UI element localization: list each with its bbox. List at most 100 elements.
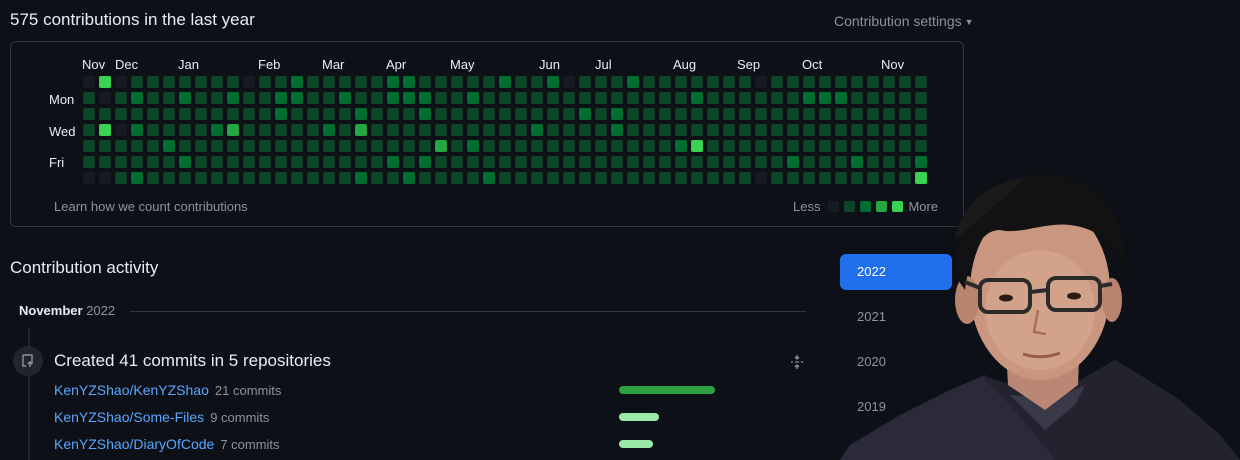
contribution-day-cell[interactable] — [195, 108, 207, 120]
contribution-day-cell[interactable] — [307, 124, 319, 136]
contribution-day-cell[interactable] — [643, 92, 655, 104]
contribution-day-cell[interactable] — [115, 76, 127, 88]
contribution-day-cell[interactable] — [275, 92, 287, 104]
contribution-day-cell[interactable] — [131, 92, 143, 104]
contribution-day-cell[interactable] — [579, 140, 591, 152]
contribution-day-cell[interactable] — [835, 140, 847, 152]
contribution-day-cell[interactable] — [275, 108, 287, 120]
contribution-day-cell[interactable] — [307, 156, 319, 168]
contribution-day-cell[interactable] — [483, 108, 495, 120]
contribution-day-cell[interactable] — [275, 140, 287, 152]
contribution-day-cell[interactable] — [99, 140, 111, 152]
contribution-day-cell[interactable] — [451, 92, 463, 104]
contribution-day-cell[interactable] — [435, 172, 447, 184]
contribution-day-cell[interactable] — [291, 140, 303, 152]
contribution-day-cell[interactable] — [355, 124, 367, 136]
contribution-day-cell[interactable] — [803, 108, 815, 120]
contribution-day-cell[interactable] — [147, 92, 159, 104]
contribution-day-cell[interactable] — [131, 124, 143, 136]
contribution-day-cell[interactable] — [899, 76, 911, 88]
contribution-day-cell[interactable] — [771, 76, 783, 88]
contribution-day-cell[interactable] — [483, 140, 495, 152]
contribution-day-cell[interactable] — [723, 156, 735, 168]
contribution-day-cell[interactable] — [563, 124, 575, 136]
contribution-day-cell[interactable] — [819, 92, 831, 104]
contribution-day-cell[interactable] — [403, 156, 415, 168]
contribution-day-cell[interactable] — [835, 124, 847, 136]
contribution-day-cell[interactable] — [611, 92, 623, 104]
contribution-day-cell[interactable] — [83, 108, 95, 120]
contribution-day-cell[interactable] — [579, 124, 591, 136]
contribution-day-cell[interactable] — [803, 92, 815, 104]
contribution-day-cell[interactable] — [195, 156, 207, 168]
contribution-day-cell[interactable] — [147, 76, 159, 88]
contribution-day-cell[interactable] — [771, 156, 783, 168]
contribution-day-cell[interactable] — [627, 156, 639, 168]
contribution-day-cell[interactable] — [131, 76, 143, 88]
contribution-day-cell[interactable] — [419, 108, 431, 120]
contribution-day-cell[interactable] — [707, 92, 719, 104]
contribution-day-cell[interactable] — [499, 76, 511, 88]
contribution-day-cell[interactable] — [355, 140, 367, 152]
contribution-day-cell[interactable] — [307, 108, 319, 120]
contribution-day-cell[interactable] — [307, 172, 319, 184]
contribution-day-cell[interactable] — [99, 108, 111, 120]
contribution-day-cell[interactable] — [419, 140, 431, 152]
contribution-day-cell[interactable] — [115, 140, 127, 152]
contribution-day-cell[interactable] — [467, 140, 479, 152]
contribution-day-cell[interactable] — [339, 76, 351, 88]
contribution-day-cell[interactable] — [563, 156, 575, 168]
contribution-day-cell[interactable] — [355, 156, 367, 168]
contribution-day-cell[interactable] — [195, 92, 207, 104]
contribution-day-cell[interactable] — [547, 140, 559, 152]
contribution-day-cell[interactable] — [451, 124, 463, 136]
contribution-day-cell[interactable] — [707, 156, 719, 168]
contribution-day-cell[interactable] — [211, 92, 223, 104]
contribution-day-cell[interactable] — [451, 172, 463, 184]
contribution-day-cell[interactable] — [147, 172, 159, 184]
contribution-day-cell[interactable] — [547, 76, 559, 88]
contribution-day-cell[interactable] — [195, 172, 207, 184]
contribution-day-cell[interactable] — [499, 156, 511, 168]
contribution-day-cell[interactable] — [387, 156, 399, 168]
contribution-day-cell[interactable] — [771, 124, 783, 136]
contribution-day-cell[interactable] — [243, 124, 255, 136]
contribution-day-cell[interactable] — [355, 76, 367, 88]
contribution-day-cell[interactable] — [547, 108, 559, 120]
contribution-day-cell[interactable] — [515, 140, 527, 152]
contribution-day-cell[interactable] — [883, 76, 895, 88]
contribution-day-cell[interactable] — [499, 172, 511, 184]
contribution-day-cell[interactable] — [435, 92, 447, 104]
contribution-day-cell[interactable] — [339, 156, 351, 168]
contribution-day-cell[interactable] — [531, 108, 543, 120]
contribution-day-cell[interactable] — [643, 156, 655, 168]
contribution-day-cell[interactable] — [723, 108, 735, 120]
contribution-day-cell[interactable] — [499, 124, 511, 136]
contribution-day-cell[interactable] — [99, 124, 111, 136]
contribution-day-cell[interactable] — [483, 172, 495, 184]
contribution-day-cell[interactable] — [435, 124, 447, 136]
contribution-day-cell[interactable] — [595, 124, 607, 136]
contribution-day-cell[interactable] — [243, 156, 255, 168]
contribution-day-cell[interactable] — [227, 172, 239, 184]
contribution-day-cell[interactable] — [739, 108, 751, 120]
contribution-day-cell[interactable] — [643, 140, 655, 152]
contribution-day-cell[interactable] — [659, 92, 671, 104]
contribution-day-cell[interactable] — [675, 92, 687, 104]
contribution-day-cell[interactable] — [115, 124, 127, 136]
contribution-day-cell[interactable] — [259, 172, 271, 184]
contribution-day-cell[interactable] — [739, 124, 751, 136]
contribution-day-cell[interactable] — [99, 172, 111, 184]
contribution-day-cell[interactable] — [291, 124, 303, 136]
contribution-day-cell[interactable] — [691, 124, 703, 136]
contribution-day-cell[interactable] — [451, 140, 463, 152]
contribution-day-cell[interactable] — [163, 140, 175, 152]
contribution-day-cell[interactable] — [307, 76, 319, 88]
contribution-day-cell[interactable] — [851, 140, 863, 152]
contribution-day-cell[interactable] — [435, 156, 447, 168]
contribution-day-cell[interactable] — [867, 76, 879, 88]
repo-link[interactable]: KenYZShao/KenYZShao — [54, 382, 209, 398]
contribution-day-cell[interactable] — [259, 140, 271, 152]
contribution-day-cell[interactable] — [419, 92, 431, 104]
contribution-day-cell[interactable] — [611, 172, 623, 184]
